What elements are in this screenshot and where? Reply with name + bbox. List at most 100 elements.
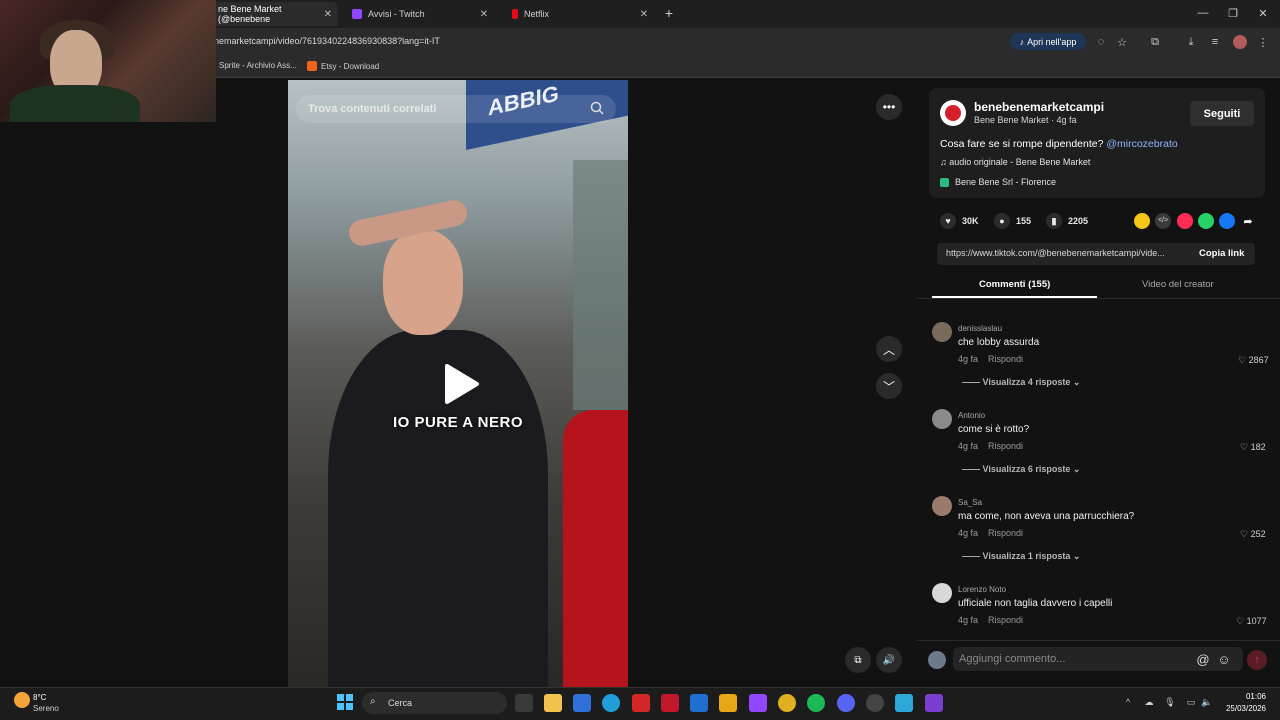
copy-link-button[interactable]: Copia link — [1199, 248, 1244, 259]
discord-icon[interactable] — [837, 694, 855, 712]
repost-icon[interactable] — [1134, 213, 1150, 229]
avatar[interactable] — [932, 322, 952, 342]
related-search-input[interactable]: Trova contenuti correlati — [296, 95, 616, 123]
view-replies-button[interactable]: —— Visualizza 4 risposte ⌄ — [962, 377, 1080, 388]
volume-icon[interactable]: 🔊 — [876, 647, 902, 673]
profile-avatar[interactable] — [1233, 35, 1247, 49]
view-replies-button[interactable]: —— Visualizza 6 risposte ⌄ — [962, 464, 1080, 475]
comment-user[interactable]: Antonio — [958, 411, 985, 420]
avatar[interactable] — [932, 583, 952, 603]
heart-outline-icon[interactable]: ♡ — [1238, 355, 1249, 365]
spotify-icon[interactable] — [807, 694, 825, 712]
chevron-down-icon[interactable]: ﹀ — [876, 373, 902, 399]
windows-start-icon[interactable] — [337, 694, 353, 710]
microphone-icon[interactable]: 🎙 — [1164, 696, 1176, 708]
taskbar-search[interactable]: ⌕ Cerca — [362, 692, 507, 714]
extensions-icon[interactable]: ⧉ — [1148, 35, 1162, 49]
tab-netflix[interactable]: Netflix ✕ — [504, 2, 654, 26]
follow-button[interactable]: Seguiti — [1190, 101, 1254, 126]
network-icon[interactable]: ▭ — [1185, 696, 1197, 708]
share-arrow-icon[interactable]: ➦ — [1240, 213, 1256, 229]
close-window-icon[interactable]: ✕ — [1256, 6, 1270, 20]
save-stat[interactable]: ▮ 2205 — [1046, 213, 1088, 229]
creator-username[interactable]: benebenemarketcampi — [974, 100, 1104, 114]
app-icon[interactable] — [925, 694, 943, 712]
eye-slash-icon[interactable]: ◌ — [1094, 35, 1108, 49]
twitch-app-icon[interactable] — [749, 694, 767, 712]
comment-user[interactable]: Lorenzo Noto — [958, 585, 1006, 594]
mention-link[interactable]: @mircozebrato — [1106, 138, 1177, 150]
chevron-up-icon[interactable]: ^ — [1122, 696, 1134, 708]
tab-bene-bene-market[interactable]: ne Bene Market (@benebene ✕ — [210, 2, 338, 26]
bookmark-etsy[interactable]: Etsy - Download — [307, 61, 379, 71]
bookmark-label: Sprite - Archivio Ass... — [219, 61, 297, 70]
clock-time[interactable]: 01:06 — [1232, 692, 1266, 701]
creator-avatar[interactable] — [940, 100, 966, 126]
more-options-icon[interactable]: ••• — [876, 94, 902, 120]
task-view-icon[interactable] — [515, 694, 533, 712]
restore-icon[interactable]: ❐ — [1226, 6, 1240, 20]
comment-time: 4g fa — [958, 528, 979, 538]
star-icon[interactable]: ☆ — [1115, 35, 1129, 49]
media-icon[interactable]: ≡ — [1208, 35, 1222, 49]
facebook-icon[interactable] — [1219, 213, 1235, 229]
search-icon[interactable] — [590, 101, 604, 115]
like-stat[interactable]: ♥ 30K — [940, 213, 979, 229]
play-icon[interactable] — [441, 362, 481, 406]
open-in-app-button[interactable]: ♪ Apri nell'app — [1010, 33, 1086, 50]
close-tab-icon[interactable]: ✕ — [480, 9, 488, 20]
emoji-icon[interactable]: ☺ — [1216, 651, 1232, 667]
chrome-icon[interactable] — [778, 694, 796, 712]
edge-icon[interactable] — [602, 694, 620, 712]
tab-comments[interactable]: Commenti (155) — [979, 279, 1050, 290]
tab-creator-videos[interactable]: Video del creator — [1142, 279, 1214, 290]
mcafee-icon[interactable] — [661, 694, 679, 712]
reply-button[interactable]: Rispondi — [988, 528, 1023, 538]
app-icon[interactable] — [719, 694, 737, 712]
app-icon[interactable] — [895, 694, 913, 712]
reply-button[interactable]: Rispondi — [988, 441, 1023, 451]
clock-date[interactable]: 25/03/2026 — [1218, 704, 1266, 713]
avatar[interactable] — [932, 496, 952, 516]
url-field[interactable]: nemarketcampi/video/7619340224836930838?… — [214, 36, 440, 46]
tab-twitch[interactable]: Avvisi - Twitch ✕ — [344, 2, 494, 26]
minimize-icon[interactable]: — — [1196, 6, 1210, 20]
file-explorer-icon[interactable] — [544, 694, 562, 712]
obs-icon[interactable] — [866, 694, 884, 712]
embed-icon[interactable]: </> — [1155, 213, 1171, 229]
mail-icon[interactable] — [690, 694, 708, 712]
reply-button[interactable]: Rispondi — [988, 615, 1023, 625]
whatsapp-icon[interactable] — [1198, 213, 1214, 229]
close-tab-icon[interactable]: ✕ — [640, 9, 648, 20]
view-replies-button[interactable]: —— Visualizza 1 risposta ⌄ — [962, 551, 1080, 562]
menu-icon[interactable]: ⋮ — [1257, 35, 1269, 49]
weather-icon[interactable] — [14, 692, 30, 708]
heart-outline-icon[interactable]: ♡ — [1240, 529, 1251, 539]
video-link[interactable]: https://www.tiktok.com/@benebenemarketca… — [946, 248, 1186, 258]
cloud-icon[interactable]: ☁ — [1143, 696, 1155, 708]
chevron-up-icon[interactable]: ︿ — [876, 336, 902, 362]
chevron-down-icon: ⌄ — [1072, 377, 1081, 387]
store-icon[interactable] — [573, 694, 591, 712]
close-tab-icon[interactable]: ✕ — [324, 9, 332, 20]
bookmark-sprite[interactable]: Sprite - Archivio Ass... — [219, 61, 297, 70]
avatar[interactable] — [932, 409, 952, 429]
comment-user[interactable]: Sa_Sa — [958, 498, 982, 507]
send-icon[interactable] — [1177, 213, 1193, 229]
send-comment-button[interactable]: ↑ — [1247, 650, 1267, 670]
audio-track[interactable]: ♫ audio originale - Bene Bene Market — [940, 157, 1090, 167]
location-tag[interactable]: Bene Bene Srl - Florence — [940, 177, 1056, 187]
heart-outline-icon[interactable]: ♡ — [1240, 442, 1251, 452]
heart-outline-icon[interactable]: ♡ — [1236, 616, 1247, 626]
download-icon[interactable]: ⤓ — [1184, 35, 1198, 49]
comment-placeholder: Aggiungi commento... — [959, 653, 1066, 665]
comment-user[interactable]: denisslaslau — [958, 324, 1002, 333]
comment-stat[interactable]: ● 155 — [994, 213, 1031, 229]
open-in-app-label: Apri nell'app — [1027, 36, 1077, 47]
app-l-icon[interactable] — [632, 694, 650, 712]
new-tab-icon[interactable]: + — [662, 5, 676, 21]
mention-icon[interactable]: @ — [1195, 651, 1211, 667]
speaker-icon[interactable]: 🔈 — [1201, 696, 1213, 708]
reply-button[interactable]: Rispondi — [988, 354, 1023, 364]
float-player-icon[interactable]: ⧉ — [845, 647, 871, 673]
